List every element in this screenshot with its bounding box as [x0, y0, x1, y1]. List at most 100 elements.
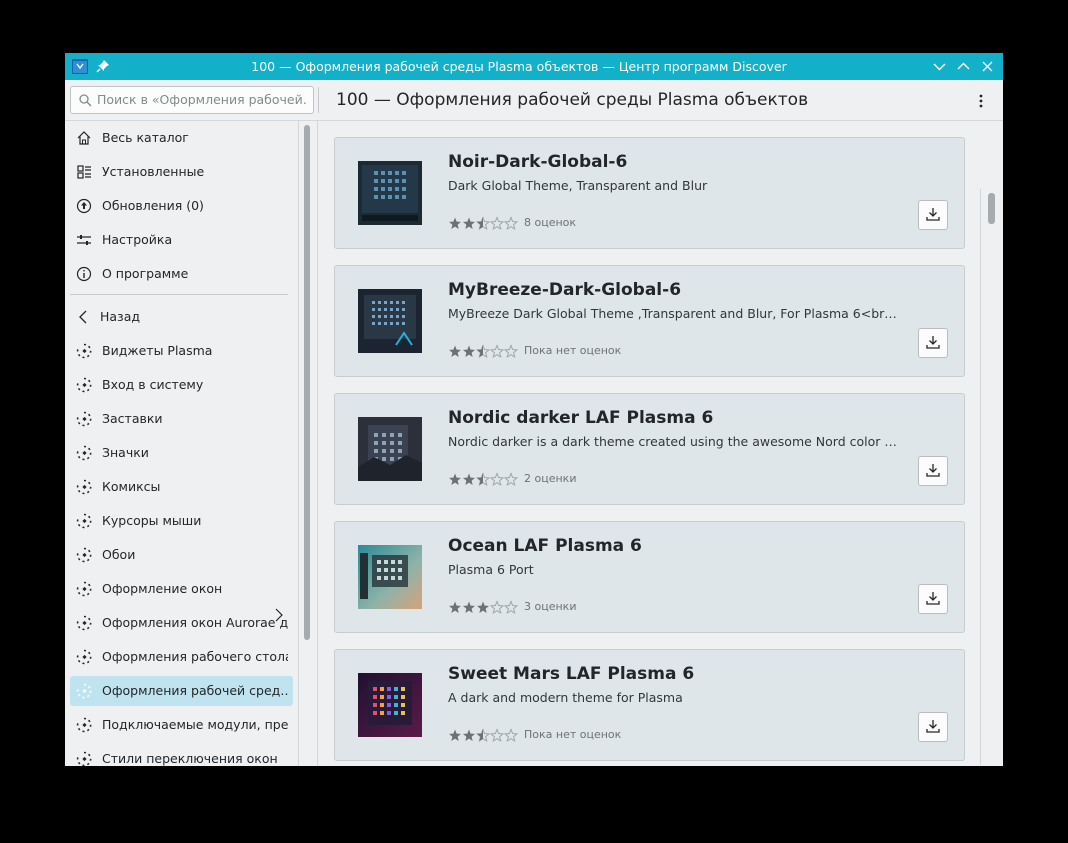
item-name[interactable]: Ocean LAF Plasma 6	[448, 536, 642, 556]
discover-app-icon[interactable]	[72, 59, 88, 74]
install-button[interactable]	[918, 456, 948, 486]
item-name[interactable]: Nordic darker LAF Plasma 6	[448, 408, 713, 428]
search-input[interactable]	[97, 87, 307, 111]
sidebar-category-item[interactable]: Оформления рабочей сред…	[70, 676, 293, 706]
sidebar-category-label: Оформления рабочей сред…	[102, 683, 288, 698]
item-description: Nordic darker is a dark theme created us…	[448, 434, 898, 449]
maximize-icon[interactable]	[956, 59, 971, 74]
category-icon	[76, 615, 92, 631]
sidebar-item-installed[interactable]: Установленные	[70, 157, 293, 187]
sidebar-category-item[interactable]: Подключаемые модули, пре…	[70, 710, 293, 740]
sidebar-category-item[interactable]: Виджеты Plasma	[70, 336, 293, 366]
install-button[interactable]	[918, 712, 948, 742]
chevron-right-icon	[275, 608, 283, 622]
sidebar-category-label: Оформления рабочего стола	[102, 649, 288, 664]
rating-stars	[449, 600, 518, 614]
category-icon	[76, 751, 92, 766]
category-icon	[76, 479, 92, 495]
sidebar-category-item[interactable]: Курсоры мыши	[70, 506, 293, 536]
sidebar-item-label: Установленные	[102, 164, 205, 179]
sidebar-category-label: Заставки	[102, 411, 163, 426]
item-name[interactable]: Noir-Dark-Global-6	[448, 152, 627, 172]
updates-icon	[76, 198, 92, 214]
sidebar-category-item[interactable]: Оформления рабочего стола	[70, 642, 293, 672]
item-name[interactable]: MyBreeze-Dark-Global-6	[448, 280, 681, 300]
discover-window: 100 — Оформления рабочей среды Plasma об…	[65, 53, 1003, 766]
item-name[interactable]: Sweet Mars LAF Plasma 6	[448, 664, 694, 684]
download-icon	[926, 720, 940, 733]
content-scroll-track	[980, 189, 981, 766]
sidebar-divider	[298, 121, 299, 766]
more-options-icon[interactable]	[973, 92, 989, 110]
sidebar-category-label: Подключаемые модули, пре…	[102, 717, 288, 732]
sidebar-item-label: Весь каталог	[102, 130, 189, 145]
item-thumbnail[interactable]	[358, 545, 422, 609]
download-icon	[926, 592, 940, 605]
category-icon	[76, 717, 92, 733]
item-description: Plasma 6 Port	[448, 562, 534, 577]
content-scrollbar[interactable]	[988, 193, 995, 224]
sidebar-category-label: Комиксы	[102, 479, 161, 494]
sidebar-separator	[70, 294, 288, 295]
item-card[interactable]: MyBreeze-Dark-Global-6 MyBreeze Dark Glo…	[334, 265, 965, 377]
rating-stars	[449, 728, 518, 742]
close-icon[interactable]	[980, 59, 995, 74]
rating-stars	[449, 344, 518, 358]
pin-icon[interactable]	[96, 59, 110, 73]
item-thumbnail[interactable]	[358, 289, 422, 353]
category-icon	[76, 683, 92, 699]
sidebar-item-settings[interactable]: Настройка	[70, 225, 293, 255]
item-card[interactable]: Sweet Mars LAF Plasma 6 A dark and modern…	[334, 649, 965, 761]
item-thumbnail[interactable]	[358, 417, 422, 481]
window-titlebar[interactable]: 100 — Оформления рабочей среды Plasma об…	[65, 53, 1003, 80]
sidebar-category-item[interactable]: Стили переключения окон	[70, 744, 293, 766]
sidebar-category-item[interactable]: Обои	[70, 540, 293, 570]
back-label: Назад	[100, 309, 141, 324]
item-card[interactable]: Nordic darker LAF Plasma 6 Nordic darker …	[334, 393, 965, 505]
rating-stars	[449, 216, 518, 230]
sidebar-category-label: Стили переключения окон	[102, 751, 278, 766]
item-rating-count: Пока нет оценок	[524, 728, 622, 741]
sidebar-category-item[interactable]: Оформления окон Aurorae д…	[70, 608, 293, 638]
item-description: MyBreeze Dark Global Theme ,Transparent …	[448, 306, 897, 321]
sidebar-category-item[interactable]: Комиксы	[70, 472, 293, 502]
rating-stars	[449, 472, 518, 486]
chevron-left-icon	[79, 310, 87, 324]
sidebar-category-item[interactable]: Значки	[70, 438, 293, 468]
sidebar-category-label: Виджеты Plasma	[102, 343, 213, 358]
item-card[interactable]: Noir-Dark-Global-6 Dark Global Theme, Tra…	[334, 137, 965, 249]
back-button[interactable]: Назад	[70, 302, 293, 332]
sidebar-item-catalog[interactable]: Весь каталог	[70, 123, 293, 153]
home-icon	[77, 131, 91, 145]
item-card[interactable]: Ocean LAF Plasma 6 Plasma 6 Port 3 оценки	[334, 521, 965, 633]
sidebar-category-label: Курсоры мыши	[102, 513, 202, 528]
sidebar-category-item[interactable]: Оформление окон	[70, 574, 293, 604]
item-thumbnail[interactable]	[358, 673, 422, 737]
sidebar-category-label: Значки	[102, 445, 149, 460]
sidebar-category-item[interactable]: Вход в систему	[70, 370, 293, 400]
install-button[interactable]	[918, 328, 948, 358]
sidebar: Весь каталог Установленные Обновления (0…	[65, 121, 298, 766]
toolbar-header: 100 — Оформления рабочей среды Plasma об…	[65, 80, 1003, 121]
sidebar-item-about[interactable]: О программе	[70, 259, 293, 289]
search-icon	[79, 94, 92, 107]
installed-list-icon	[77, 165, 91, 179]
minimize-icon[interactable]	[932, 59, 947, 74]
item-thumbnail[interactable]	[358, 161, 422, 225]
item-rating-count: 8 оценок	[524, 216, 577, 229]
sidebar-category-label: Обои	[102, 547, 136, 562]
sidebar-scrollbar[interactable]	[304, 125, 310, 640]
search-field[interactable]	[70, 86, 314, 114]
sidebar-category-item[interactable]: Заставки	[70, 404, 293, 434]
sidebar-item-updates[interactable]: Обновления (0)	[70, 191, 293, 221]
sidebar-item-label: Обновления (0)	[102, 198, 204, 213]
install-button[interactable]	[918, 584, 948, 614]
install-button[interactable]	[918, 200, 948, 230]
category-icon	[76, 377, 92, 393]
download-icon	[926, 208, 940, 221]
item-rating-count: 2 оценки	[524, 472, 577, 485]
info-icon	[76, 266, 92, 282]
category-icon	[76, 445, 92, 461]
item-description: A dark and modern theme for Plasma	[448, 690, 683, 705]
category-icon	[76, 649, 92, 665]
